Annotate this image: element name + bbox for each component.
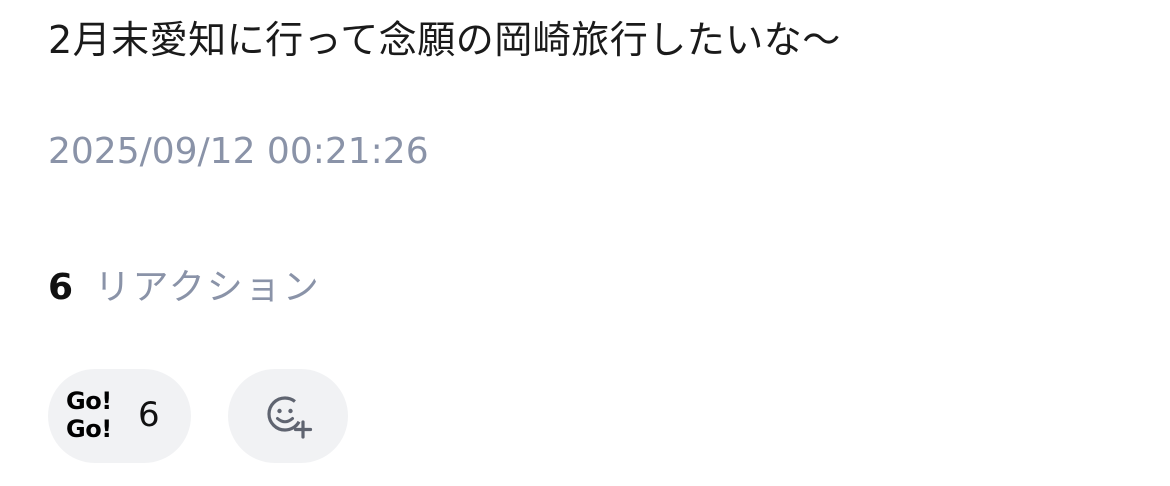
reaction-summary[interactable]: 6 リアクション: [48, 264, 321, 312]
add-reaction-button[interactable]: [228, 369, 348, 463]
post-text: 2月末愛知に行って念願の岡崎旅行したいな〜: [48, 18, 841, 62]
reaction-chip-count: 6: [138, 395, 160, 435]
reaction-chip-gogo[interactable]: Go! Go! 6: [48, 369, 191, 463]
gogo-sticker-icon: Go! Go!: [66, 387, 128, 445]
gogo-sticker-line-1: Go!: [66, 387, 112, 415]
emoji-add-icon: [267, 396, 313, 439]
reaction-label: リアクション: [94, 267, 321, 308]
reaction-total-count: 6: [48, 267, 74, 308]
gogo-sticker-line-2: Go!: [66, 415, 112, 443]
post-timestamp: 2025/09/12 00:21:26: [48, 131, 429, 172]
